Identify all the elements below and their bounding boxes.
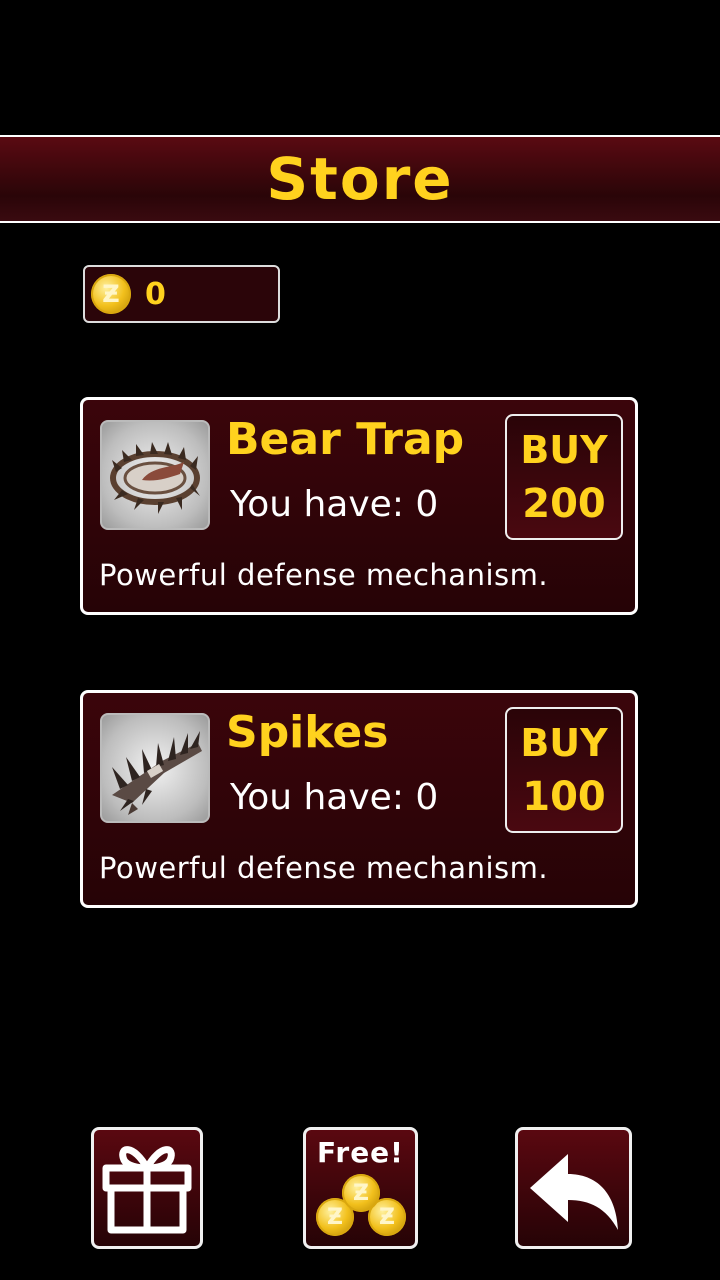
back-button[interactable] xyxy=(515,1127,632,1249)
store-header: Store xyxy=(0,135,720,223)
buy-bear-trap-button[interactable]: BUY 200 xyxy=(505,414,623,540)
item-name: Spikes xyxy=(226,707,389,758)
item-name: Bear Trap xyxy=(226,414,465,465)
item-description: Powerful defense mechanism. xyxy=(99,558,549,592)
free-coins-button[interactable]: Free! Ƶ Ƶ Ƶ xyxy=(303,1127,418,1249)
gift-button[interactable] xyxy=(91,1127,203,1249)
buy-label: BUY xyxy=(520,721,608,765)
coins-stack-icon: Ƶ Ƶ Ƶ xyxy=(306,1130,415,1246)
buy-price: 100 xyxy=(522,774,606,820)
back-arrow-icon xyxy=(530,1154,618,1230)
store-item-bear-trap: Bear Trap You have: 0 BUY 200 Powerful d… xyxy=(80,397,638,615)
item-owned-count: You have: 0 xyxy=(230,777,439,818)
buy-spikes-button[interactable]: BUY 100 xyxy=(505,707,623,833)
bear-trap-icon xyxy=(100,420,210,530)
coin-icon: Ƶ xyxy=(91,274,131,314)
coin-balance: Ƶ 0 xyxy=(83,265,280,323)
coin-count: 0 xyxy=(145,277,166,312)
buy-label: BUY xyxy=(520,428,608,472)
item-owned-count: You have: 0 xyxy=(230,484,439,525)
page-title: Store xyxy=(266,145,454,213)
buy-price: 200 xyxy=(522,481,606,527)
store-item-spikes: Spikes You have: 0 BUY 100 Powerful defe… xyxy=(80,690,638,908)
spikes-icon xyxy=(100,713,210,823)
item-description: Powerful defense mechanism. xyxy=(99,851,549,885)
gift-icon xyxy=(102,1146,192,1234)
